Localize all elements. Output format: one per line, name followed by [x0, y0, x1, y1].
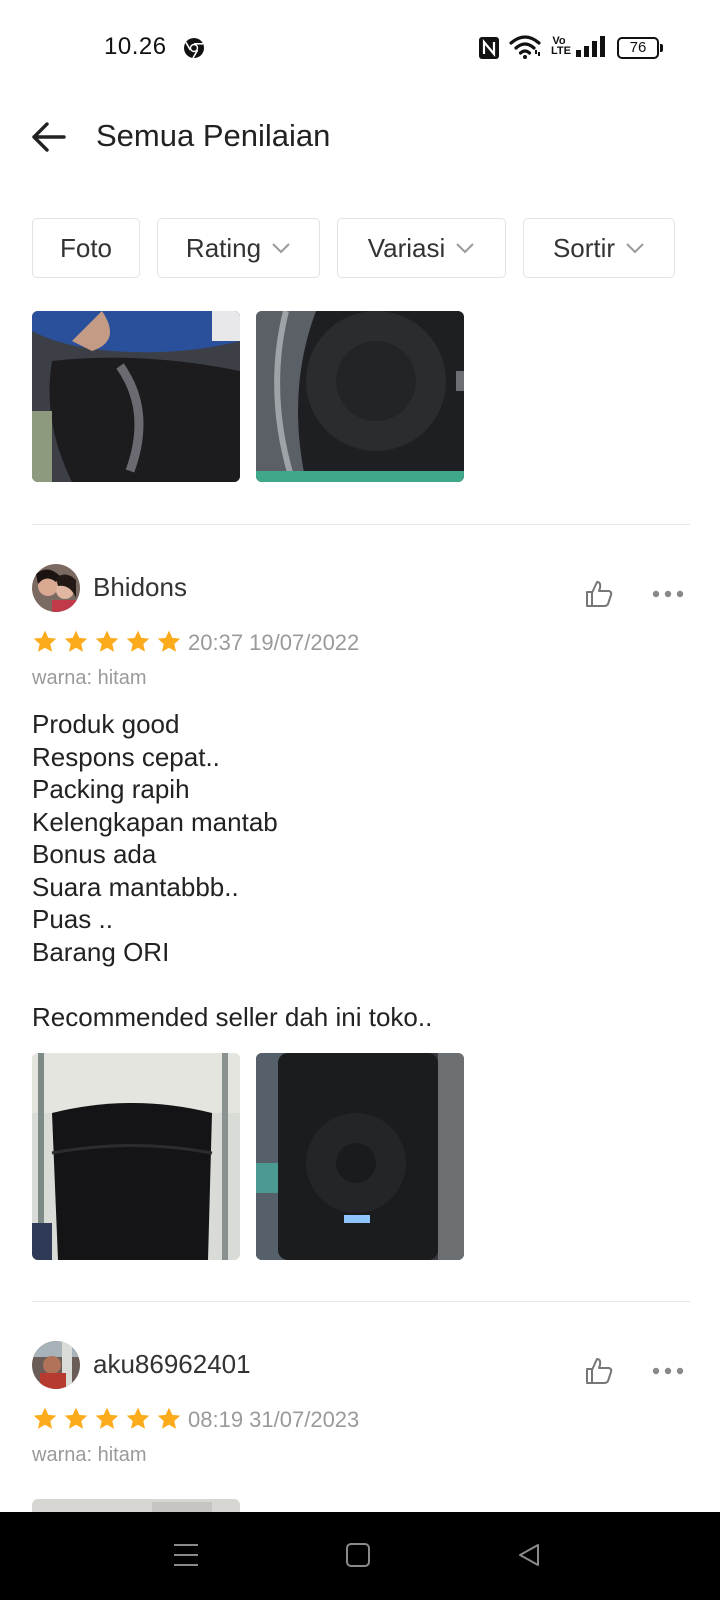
review-photo[interactable]	[256, 1053, 464, 1260]
review-photo[interactable]	[32, 1499, 240, 1512]
chevron-down-icon	[272, 243, 290, 254]
filter-sortir-dropdown[interactable]: Sortir	[523, 218, 675, 278]
arrow-left-icon[interactable]	[28, 116, 70, 158]
thumbs-up-icon[interactable]	[584, 579, 614, 609]
divider	[32, 524, 690, 525]
status-bar: 10.26 Vo LTE 76	[0, 0, 720, 96]
nfc-icon	[479, 37, 499, 59]
filter-rating-dropdown[interactable]: Rating	[157, 218, 320, 278]
star-rating	[32, 1406, 182, 1432]
battery-icon: 76	[617, 37, 663, 59]
filter-label: Rating	[185, 232, 262, 263]
star-icon	[33, 1407, 57, 1429]
review-username: Bhidons	[93, 572, 187, 602]
star-rating	[32, 629, 182, 655]
star-icon	[64, 630, 88, 652]
avatar[interactable]	[32, 1341, 80, 1389]
filter-label: Variasi	[367, 232, 446, 263]
avatar[interactable]	[32, 564, 80, 612]
status-time: 10.26	[104, 33, 167, 60]
page-title: Semua Penilaian	[96, 118, 331, 153]
review-variant: warna: hitam	[32, 667, 147, 689]
chevron-down-icon	[456, 243, 474, 254]
back-triangle-icon[interactable]	[516, 1542, 542, 1568]
review-variant: warna: hitam	[32, 1444, 147, 1466]
menu-icon[interactable]	[172, 1542, 200, 1568]
divider	[32, 1301, 690, 1302]
system-nav-bar	[0, 1512, 720, 1600]
volte-icon: Vo LTE	[551, 35, 571, 57]
wifi-icon	[509, 35, 541, 59]
chevron-down-icon	[626, 243, 644, 254]
signal-icon	[576, 36, 605, 57]
star-icon	[157, 630, 181, 652]
review-username: aku86962401	[93, 1349, 251, 1379]
filter-bar: Foto Rating Variasi Sortir	[0, 218, 720, 280]
home-icon[interactable]	[345, 1542, 371, 1568]
chrome-icon	[184, 38, 204, 59]
review-timestamp: 08:19 31/07/2023	[188, 1407, 360, 1432]
star-icon	[95, 1407, 119, 1429]
star-icon	[64, 1407, 88, 1429]
thumbs-up-icon[interactable]	[584, 1356, 614, 1386]
star-icon	[157, 1407, 181, 1429]
more-options-icon[interactable]	[651, 1366, 685, 1376]
review-text: Produk good Respons cepat.. Packing rapi…	[32, 709, 433, 1032]
filter-variasi-dropdown[interactable]: Variasi	[337, 218, 506, 278]
review-photo[interactable]	[32, 1053, 240, 1260]
star-icon	[95, 630, 119, 652]
review-photo[interactable]	[256, 311, 464, 482]
star-icon	[126, 630, 150, 652]
filter-label: Foto	[59, 232, 113, 263]
filter-foto-button[interactable]: Foto	[32, 218, 140, 278]
review-timestamp: 20:37 19/07/2022	[188, 630, 360, 655]
header: Semua Penilaian	[0, 96, 720, 178]
star-icon	[126, 1407, 150, 1429]
review-photo[interactable]	[32, 311, 240, 482]
star-icon	[33, 630, 57, 652]
filter-label: Sortir	[552, 232, 616, 263]
more-options-icon[interactable]	[651, 589, 685, 599]
